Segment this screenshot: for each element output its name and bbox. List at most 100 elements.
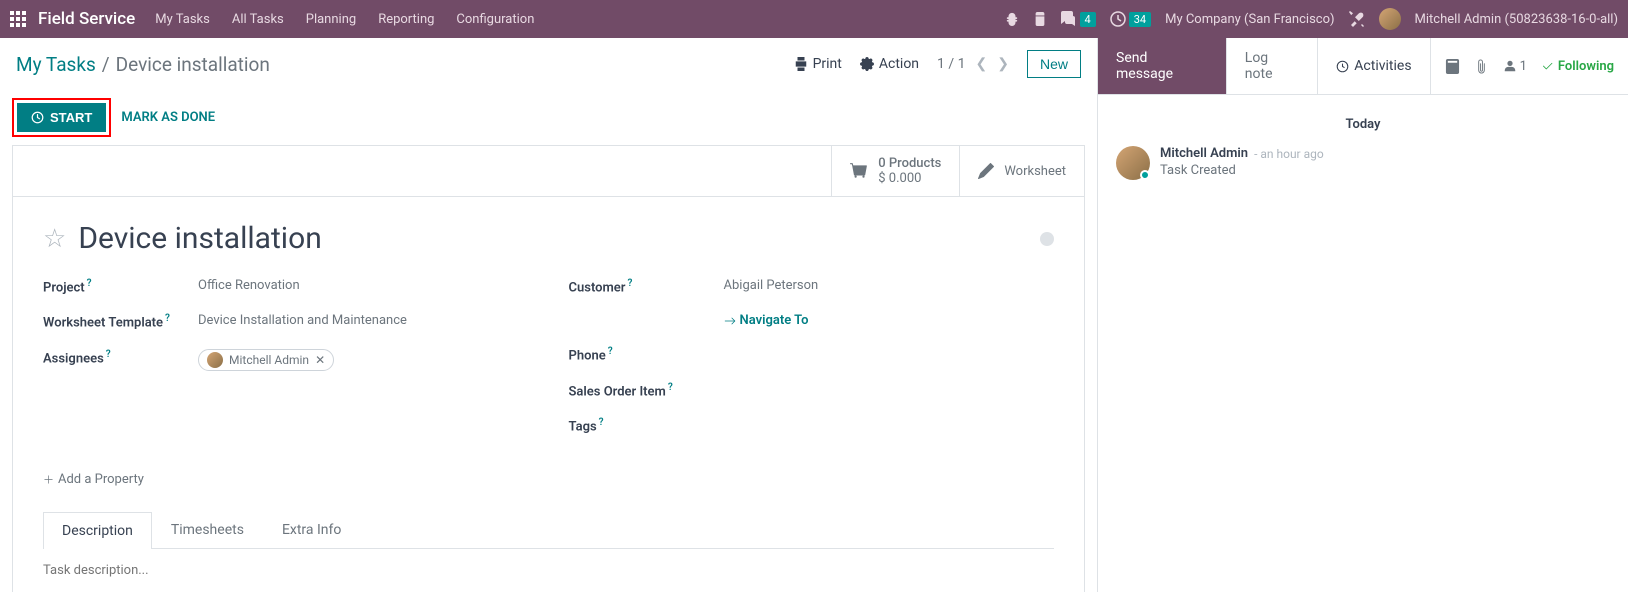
help-icon[interactable]: ? <box>668 382 673 393</box>
form-sheet: 0 Products $ 0.000 Worksheet ☆ Device in… <box>12 145 1085 592</box>
help-icon[interactable]: ? <box>599 417 604 428</box>
debug-icon[interactable] <box>1005 12 1019 26</box>
top-navbar: Field Service My Tasks All Tasks Plannin… <box>0 0 1628 38</box>
assignee-avatar <box>207 352 223 368</box>
message-time: - an hour ago <box>1254 147 1324 161</box>
control-panel: My Tasks / Device installation Print Act… <box>0 38 1097 90</box>
tags-label: Tags? <box>569 417 724 434</box>
pager-value[interactable]: 1 / 1 <box>937 56 965 72</box>
breadcrumb-current: Device installation <box>116 53 270 76</box>
kanban-state-icon[interactable] <box>1040 232 1054 246</box>
following-button[interactable]: Following <box>1541 59 1614 74</box>
date-separator: Today <box>1116 117 1610 132</box>
navigate-to-link[interactable]: Navigate To <box>724 313 809 328</box>
start-button[interactable]: START <box>17 103 106 132</box>
task-title[interactable]: Device installation <box>78 221 321 256</box>
brand-title[interactable]: Field Service <box>38 9 135 29</box>
help-icon[interactable]: ? <box>608 346 613 357</box>
add-property-button[interactable]: Add a Property <box>43 472 1054 487</box>
activities-button[interactable]: Activities <box>1317 38 1430 94</box>
notebook-tabs: Description Timesheets Extra Info <box>43 511 1054 549</box>
messages-icon[interactable]: 4 <box>1061 11 1096 27</box>
activities-badge: 34 <box>1129 12 1151 27</box>
action-button[interactable]: Action <box>860 56 919 72</box>
start-label: START <box>50 110 92 125</box>
products-amount: $ 0.000 <box>878 171 941 186</box>
calendar-icon[interactable] <box>1445 59 1460 74</box>
pencil-icon <box>978 163 994 179</box>
arrow-right-icon <box>724 315 736 327</box>
pager-next-icon[interactable]: ❯ <box>997 56 1009 72</box>
customer-label: Customer? <box>569 278 724 295</box>
company-switcher[interactable]: My Company (San Francisco) <box>1165 12 1334 27</box>
nav-menu: My Tasks All Tasks Planning Reporting Co… <box>155 12 534 27</box>
assignees-field[interactable]: Mitchell Admin ✕ <box>198 349 334 372</box>
start-highlight: START <box>12 98 111 137</box>
chatter: Send message Log note Activities 1 Follo… <box>1098 38 1628 592</box>
priority-star-icon[interactable]: ☆ <box>43 224 66 254</box>
tab-timesheets[interactable]: Timesheets <box>152 511 263 548</box>
help-icon[interactable]: ? <box>627 278 632 289</box>
log-note-button[interactable]: Log note <box>1226 38 1318 94</box>
print-button[interactable]: Print <box>794 56 842 72</box>
check-icon <box>1541 60 1554 73</box>
new-button[interactable]: New <box>1027 50 1081 78</box>
navigate-label: Navigate To <box>740 313 809 328</box>
nav-right: 4 34 My Company (San Francisco) Mitchell… <box>1005 8 1618 30</box>
nav-configuration[interactable]: Configuration <box>456 12 534 27</box>
mark-done-button[interactable]: MARK AS DONE <box>121 110 215 125</box>
products-stat-button[interactable]: 0 Products $ 0.000 <box>831 146 959 196</box>
worksheet-template-field[interactable]: Device Installation and Maintenance <box>198 313 407 328</box>
message: Mitchell Admin - an hour ago Task Create… <box>1116 146 1610 180</box>
help-icon[interactable]: ? <box>87 278 92 289</box>
pager-prev-icon[interactable]: ❮ <box>976 56 988 72</box>
attachment-icon[interactable] <box>1474 59 1489 74</box>
message-list: Today Mitchell Admin - an hour ago Task … <box>1098 95 1628 194</box>
tools-icon[interactable] <box>1349 11 1365 27</box>
tab-extra-info[interactable]: Extra Info <box>263 511 360 548</box>
statusbar: START MARK AS DONE <box>0 90 1097 145</box>
message-avatar[interactable] <box>1116 146 1150 180</box>
user-avatar[interactable] <box>1379 8 1401 30</box>
customer-field[interactable]: Abigail Peterson <box>724 278 819 293</box>
message-body: Task Created <box>1160 163 1324 178</box>
followers-button[interactable]: 1 <box>1503 59 1527 74</box>
chatter-topbar: Send message Log note Activities 1 Follo… <box>1098 38 1628 95</box>
cart-icon <box>850 162 868 180</box>
worksheet-label: Worksheet <box>1004 164 1066 179</box>
presence-dot-icon <box>1140 170 1150 180</box>
message-author[interactable]: Mitchell Admin <box>1160 146 1248 161</box>
user-menu[interactable]: Mitchell Admin (50823638-16-0-all) <box>1415 12 1618 27</box>
remove-tag-icon[interactable]: ✕ <box>315 353 325 367</box>
nav-my-tasks[interactable]: My Tasks <box>155 12 210 27</box>
assignee-tag: Mitchell Admin ✕ <box>198 349 334 371</box>
nav-planning[interactable]: Planning <box>306 12 356 27</box>
description-input[interactable] <box>43 549 1054 592</box>
action-label: Action <box>879 56 919 72</box>
follower-count: 1 <box>1520 59 1527 74</box>
clock-icon <box>1336 60 1349 73</box>
activities-icon[interactable]: 34 <box>1110 11 1151 27</box>
project-field[interactable]: Office Renovation <box>198 278 300 293</box>
worksheet-stat-button[interactable]: Worksheet <box>959 146 1084 196</box>
sales-order-item-label: Sales Order Item? <box>569 382 724 399</box>
add-property-label: Add a Property <box>58 472 144 487</box>
help-icon[interactable]: ? <box>106 349 111 360</box>
voip-icon[interactable] <box>1033 12 1047 26</box>
print-label: Print <box>813 56 842 72</box>
button-box: 0 Products $ 0.000 Worksheet <box>13 146 1084 197</box>
clock-icon <box>31 111 44 124</box>
send-message-button[interactable]: Send message <box>1098 38 1226 94</box>
nav-reporting[interactable]: Reporting <box>378 12 434 27</box>
following-label: Following <box>1558 59 1614 74</box>
assignee-name: Mitchell Admin <box>229 353 309 367</box>
user-icon <box>1503 59 1517 73</box>
pager: 1 / 1 ❮ ❯ <box>937 56 1009 72</box>
nav-all-tasks[interactable]: All Tasks <box>232 12 284 27</box>
breadcrumb-sep: / <box>102 53 110 76</box>
phone-label: Phone? <box>569 346 724 363</box>
tab-description[interactable]: Description <box>43 512 152 549</box>
apps-icon[interactable] <box>10 11 26 27</box>
breadcrumb-parent[interactable]: My Tasks <box>16 53 96 76</box>
help-icon[interactable]: ? <box>165 313 170 324</box>
